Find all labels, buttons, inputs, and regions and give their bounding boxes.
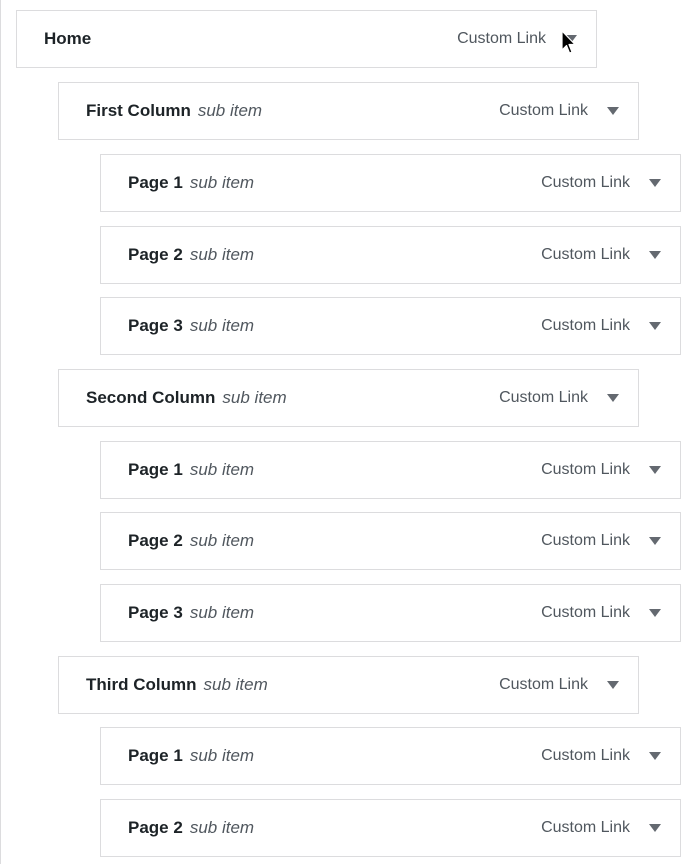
menu-item-sub-label: sub item [189,173,255,192]
menu-item-page-3[interactable]: Page 3 sub item Custom Link [100,297,681,355]
menu-item-title: Third Column sub item [86,657,268,713]
menu-item-page-2[interactable]: Page 2 sub item Custom Link [100,226,681,284]
menu-item-title: Page 2 sub item [128,513,254,569]
triangle-down-icon [649,322,661,330]
menu-item-sub-label: sub item [189,603,255,622]
menu-item-type: Custom Link [541,317,630,334]
menu-item-title: Home [44,11,91,67]
menu-item-type: Custom Link [541,461,630,478]
item-edit-toggle[interactable] [596,370,638,426]
menu-item-label: Home [44,29,92,48]
item-edit-toggle[interactable] [638,585,680,641]
menu-item-sub-label: sub item [197,101,263,120]
menu-item-title: Page 2 sub item [128,227,254,283]
menu-item-sub-label: sub item [189,818,255,837]
menu-item-page-1[interactable]: Page 1 sub item Custom Link [100,441,681,499]
menu-item-type: Custom Link [541,174,630,191]
menu-item-type: Custom Link [541,246,630,263]
item-edit-toggle[interactable] [638,298,680,354]
menu-item-second-column[interactable]: Second Column sub item Custom Link [58,369,639,427]
item-edit-toggle[interactable] [596,657,638,713]
item-edit-toggle[interactable] [638,442,680,498]
menu-item-sub-label: sub item [189,245,255,264]
menu-item-sub-label: sub item [189,746,255,765]
menu-item-type: Custom Link [457,30,546,47]
menu-item-label: Page 1 [128,746,183,765]
menu-item-page-2[interactable]: Page 2 sub item Custom Link [100,512,681,570]
menu-item-label: Page 3 [128,603,183,622]
menu-item-type: Custom Link [541,819,630,836]
menu-item-third-column[interactable]: Third Column sub item Custom Link [58,656,639,714]
item-edit-toggle[interactable] [638,155,680,211]
menu-item-title: First Column sub item [86,83,262,139]
triangle-down-icon [649,537,661,545]
menu-item-label: Third Column [86,675,197,694]
item-edit-toggle[interactable] [638,800,680,856]
menu-item-page-3[interactable]: Page 3 sub item Custom Link [100,584,681,642]
item-edit-toggle[interactable] [638,227,680,283]
menu-item-type: Custom Link [541,604,630,621]
menu-item-page-1[interactable]: Page 1 sub item Custom Link [100,727,681,785]
menu-item-home[interactable]: Home Custom Link [16,10,597,68]
menu-item-label: First Column [86,101,191,120]
triangle-down-icon [649,251,661,259]
menu-item-title: Page 3 sub item [128,585,254,641]
menu-item-type: Custom Link [499,389,588,406]
menu-item-label: Page 2 [128,531,183,550]
menu-item-sub-label: sub item [222,388,287,407]
triangle-down-icon [649,466,661,474]
menu-item-title: Second Column sub item [86,370,287,426]
menu-item-sub-label: sub item [189,531,255,550]
menu-item-label: Second Column [86,388,216,407]
menu-item-first-column[interactable]: First Column sub item Custom Link [58,82,639,140]
triangle-down-icon [607,107,619,115]
menu-item-title: Page 2 sub item [128,800,254,856]
menu-item-title: Page 1 sub item [128,155,254,211]
menu-item-label: Page 2 [128,818,183,837]
menu-item-type: Custom Link [499,676,588,693]
triangle-down-icon [607,394,619,402]
menu-item-type: Custom Link [541,747,630,764]
menu-item-sub-label: sub item [189,316,255,335]
menu-item-page-1[interactable]: Page 1 sub item Custom Link [100,154,681,212]
menu-item-label: Page 2 [128,245,183,264]
mouse-pointer-icon [561,30,576,54]
triangle-down-icon [649,179,661,187]
item-edit-toggle[interactable] [638,513,680,569]
triangle-down-icon [649,824,661,832]
menu-item-type: Custom Link [499,102,588,119]
menu-structure: Home Custom Link First Column sub item Cu… [0,0,700,864]
menu-item-title: Page 1 sub item [128,442,254,498]
menu-item-label: Page 3 [128,316,183,335]
menu-item-title: Page 3 sub item [128,298,254,354]
triangle-down-icon [607,681,619,689]
menu-item-sub-label: sub item [189,460,255,479]
menu-item-sub-label: sub item [203,675,268,694]
menu-item-page-2[interactable]: Page 2 sub item Custom Link [100,799,681,857]
triangle-down-icon [649,609,661,617]
menu-item-title: Page 1 sub item [128,728,254,784]
menu-item-type: Custom Link [541,532,630,549]
triangle-down-icon [649,752,661,760]
item-edit-toggle[interactable] [638,728,680,784]
menu-item-label: Page 1 [128,173,183,192]
menu-item-label: Page 1 [128,460,183,479]
item-edit-toggle[interactable] [596,83,638,139]
